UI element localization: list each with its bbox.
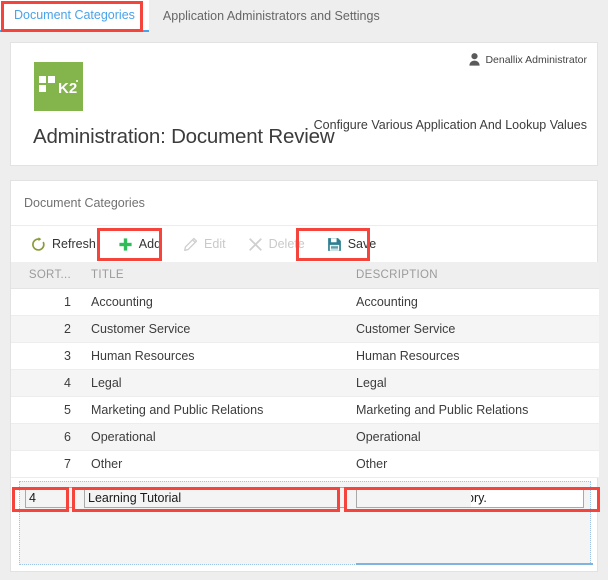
- table-body: 1 Accounting Accounting 2 Customer Servi…: [11, 288, 599, 477]
- cell-sort: 3: [11, 342, 83, 369]
- column-header-sort[interactable]: SORT...: [11, 262, 83, 288]
- cell-sort: 4: [11, 369, 83, 396]
- cell-title: Customer Service: [83, 315, 348, 342]
- table-row[interactable]: 2 Customer Service Customer Service: [11, 315, 599, 342]
- table-row[interactable]: 7 Other Other: [11, 450, 599, 477]
- cell-title: Marketing and Public Relations: [83, 396, 348, 423]
- user-name-label: Denallix Administrator: [485, 54, 587, 66]
- table-row[interactable]: 3 Human Resources Human Resources: [11, 342, 599, 369]
- save-button[interactable]: Save: [317, 230, 387, 258]
- edit-button[interactable]: Edit: [173, 230, 236, 258]
- cell-description: Other: [348, 450, 599, 477]
- user-chip[interactable]: Denallix Administrator: [469, 53, 587, 66]
- grid-caption: Document Categories: [24, 196, 145, 210]
- table-row[interactable]: 4 Legal Legal: [11, 369, 599, 396]
- tab-strip: Document Categories Application Administ…: [0, 0, 608, 32]
- cell-description: Operational: [348, 423, 599, 450]
- cell-description: Human Resources: [348, 342, 599, 369]
- cell-sort: 1: [11, 288, 83, 315]
- header-subtitle: Configure Various Application And Lookup…: [314, 118, 587, 132]
- edit-row-focus-underline: [356, 563, 593, 565]
- tab-application-administrators-and-settings[interactable]: Application Administrators and Settings: [149, 0, 394, 32]
- delete-button-label: Delete: [269, 237, 305, 251]
- cell-title: Accounting: [83, 288, 348, 315]
- cell-sort: 5: [11, 396, 83, 423]
- edit-description-field[interactable]: [356, 487, 584, 508]
- cell-title: Human Resources: [83, 342, 348, 369]
- add-button[interactable]: Add: [108, 230, 171, 258]
- tab-application-administrators-and-settings-label: Application Administrators and Settings: [163, 9, 380, 23]
- edit-sort-field[interactable]: [25, 487, 73, 508]
- floppy-disk-icon: [327, 237, 342, 252]
- grid-toolbar: Refresh Add Edit: [11, 225, 597, 262]
- document-categories-table: SORT... TITLE DESCRIPTION 1 Accounting A…: [11, 262, 599, 478]
- person-icon: [469, 53, 480, 66]
- column-header-description[interactable]: DESCRIPTION: [348, 262, 599, 288]
- plus-icon: [118, 237, 133, 252]
- add-button-label: Add: [139, 237, 161, 251]
- refresh-button[interactable]: Refresh: [21, 230, 106, 258]
- svg-text:K2: K2: [58, 80, 77, 97]
- tab-document-categories[interactable]: Document Categories: [0, 0, 149, 32]
- k2-logo: K2: [34, 62, 83, 111]
- cell-description: Marketing and Public Relations: [348, 396, 599, 423]
- grid-panel: Document Categories Refresh Add: [10, 180, 598, 572]
- cell-title: Operational: [83, 423, 348, 450]
- edit-title-field[interactable]: [84, 487, 346, 508]
- table-header: SORT... TITLE DESCRIPTION: [11, 262, 599, 288]
- edit-row: [19, 481, 591, 565]
- pencil-icon: [183, 237, 198, 252]
- tab-document-categories-label: Document Categories: [14, 8, 135, 22]
- refresh-icon: [31, 237, 46, 252]
- x-icon: [248, 237, 263, 252]
- delete-button[interactable]: Delete: [238, 230, 315, 258]
- table-row[interactable]: 1 Accounting Accounting: [11, 288, 599, 315]
- cell-description: Customer Service: [348, 315, 599, 342]
- column-header-title[interactable]: TITLE: [83, 262, 348, 288]
- cell-sort: 2: [11, 315, 83, 342]
- page-title: Administration: Document Review: [33, 125, 334, 149]
- refresh-button-label: Refresh: [52, 237, 96, 251]
- cell-title: Legal: [83, 369, 348, 396]
- header-panel: Denallix Administrator K2 Administration…: [10, 42, 598, 166]
- cell-description: Legal: [348, 369, 599, 396]
- edit-button-label: Edit: [204, 237, 226, 251]
- cell-title: Other: [83, 450, 348, 477]
- table-row[interactable]: 6 Operational Operational: [11, 423, 599, 450]
- table-row[interactable]: 5 Marketing and Public Relations Marketi…: [11, 396, 599, 423]
- cell-description: Accounting: [348, 288, 599, 315]
- cell-sort: 6: [11, 423, 83, 450]
- save-button-label: Save: [348, 237, 377, 251]
- cell-sort: 7: [11, 450, 83, 477]
